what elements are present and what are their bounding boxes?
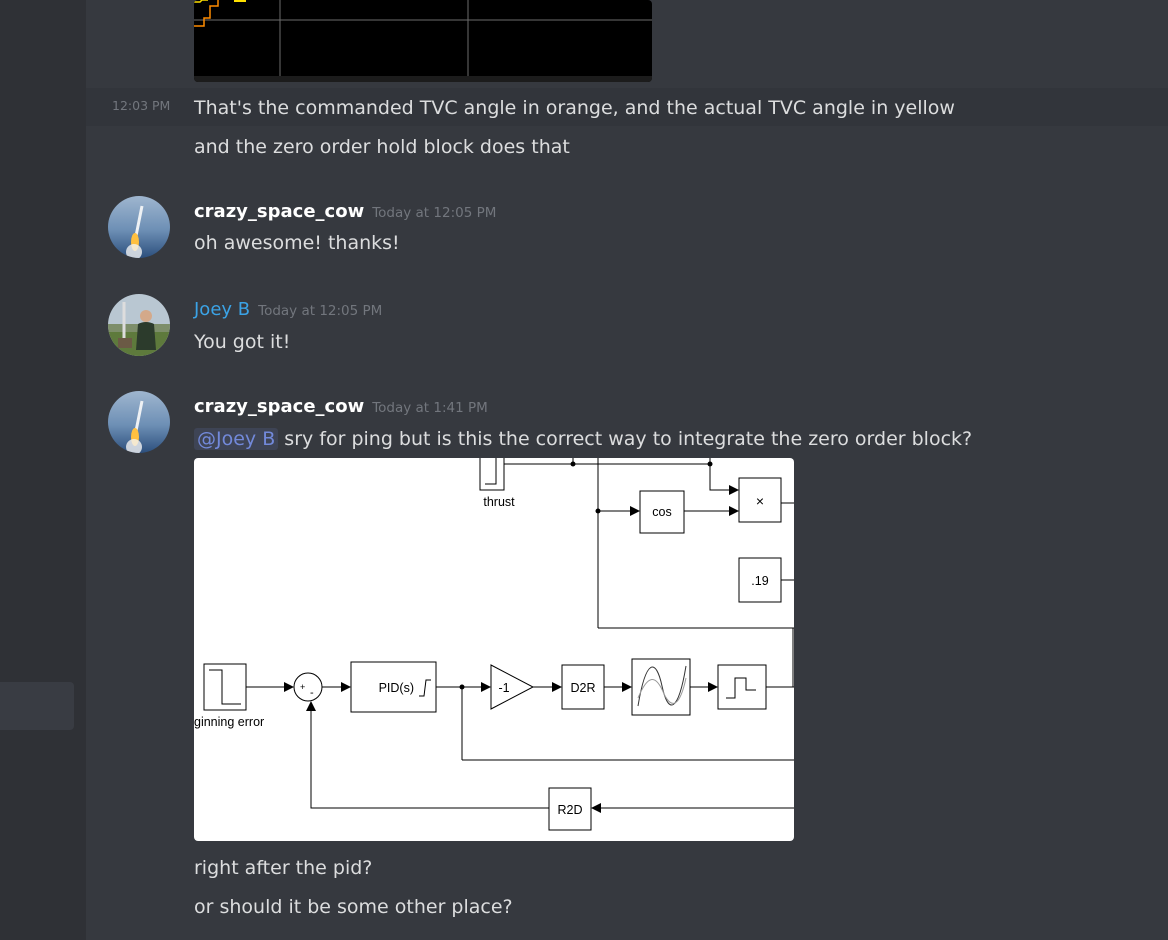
gain-label: -1 (498, 681, 509, 695)
multiply-label: × (756, 493, 764, 509)
step-source-label: ginning error (194, 715, 264, 729)
avatar-crazy-space-cow[interactable] (108, 196, 170, 258)
sum-plus-sign: + (300, 682, 305, 692)
message-header: crazy_space_cow Today at 1:41 PM (194, 395, 488, 420)
message-text: oh awesome! thanks! (194, 232, 400, 254)
mention-joey-b[interactable]: @Joey B (194, 428, 279, 450)
message-content: @Joey B sry for ping but is this the cor… (194, 427, 972, 451)
simulink-diagram-svg: thrust cos × .19 PID(s) -1 D2R R2D ginni… (194, 458, 794, 831)
message-text: sry for ping but is this the correct way… (284, 428, 973, 450)
channel-sidebar (0, 0, 86, 940)
scope-plot-image[interactable] (194, 0, 652, 82)
sum-minus-sign: - (310, 687, 314, 699)
message-timestamp: 12:03 PM (112, 98, 171, 113)
constant-label: .19 (751, 574, 768, 588)
avatar-joey-b[interactable] (108, 294, 170, 356)
sidebar-selected-item[interactable] (0, 682, 74, 730)
avatar-crazy-space-cow[interactable] (108, 391, 170, 453)
thrust-label: thrust (483, 495, 515, 509)
simulink-diagram-image[interactable]: thrust cos × .19 PID(s) -1 D2R R2D ginni… (194, 458, 794, 841)
actual-angle-line (194, 0, 208, 3)
message-timestamp: Today at 12:05 PM (258, 303, 383, 319)
message-text: That's the commanded TVC angle in orange… (194, 97, 955, 119)
message-text: and the zero order hold block does that (194, 136, 570, 158)
scope-plot-svg (194, 0, 652, 82)
d2r-label: D2R (570, 681, 595, 695)
rocket-avatar-icon (108, 196, 170, 258)
message-text: or should it be some other place? (194, 896, 513, 918)
message-timestamp: Today at 1:41 PM (372, 400, 488, 416)
username[interactable]: crazy_space_cow (194, 396, 364, 417)
pid-label: PID(s) (379, 681, 414, 695)
username[interactable]: Joey B (194, 299, 250, 320)
message-text: right after the pid? (194, 857, 373, 879)
message-header: Joey B Today at 12:05 PM (194, 298, 382, 323)
message-text: You got it! (194, 331, 291, 353)
person-avatar-icon (108, 294, 170, 356)
message-timestamp: Today at 12:05 PM (372, 205, 497, 221)
username[interactable]: crazy_space_cow (194, 201, 364, 222)
r2d-label: R2D (557, 803, 582, 817)
message-header: crazy_space_cow Today at 12:05 PM (194, 200, 496, 225)
cos-label: cos (652, 505, 671, 519)
commanded-angle-line (194, 0, 219, 27)
rocket-avatar-icon (108, 391, 170, 453)
